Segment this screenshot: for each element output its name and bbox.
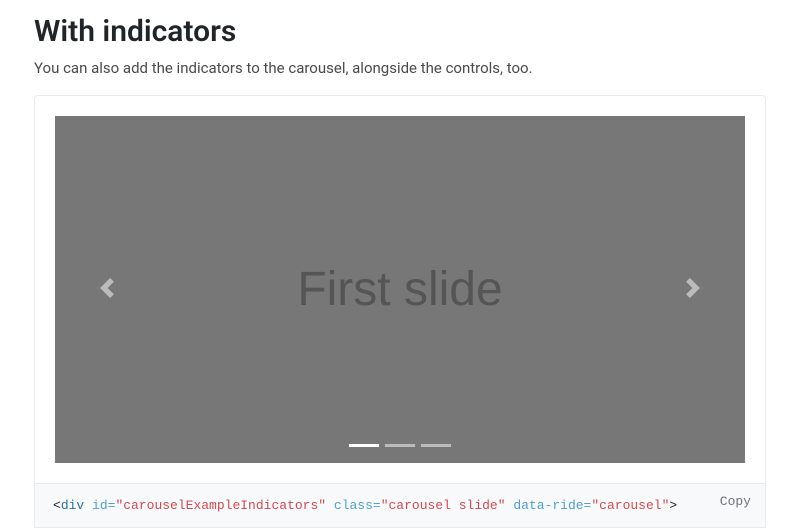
carousel-indicators xyxy=(349,444,451,447)
code-example: Copy <div id="carouselExampleIndicators"… xyxy=(34,484,766,528)
carousel-prev-button[interactable] xyxy=(55,116,159,463)
carousel-indicator-2[interactable] xyxy=(421,444,451,447)
carousel-next-button[interactable] xyxy=(642,116,746,463)
slide-placeholder-text: First slide xyxy=(297,262,502,317)
example-container: First slide xyxy=(34,95,766,484)
carousel-indicator-1[interactable] xyxy=(385,444,415,447)
chevron-left-icon xyxy=(97,278,117,302)
section-description: You can also add the indicators to the c… xyxy=(34,59,766,77)
carousel: First slide xyxy=(55,116,745,463)
chevron-right-icon xyxy=(683,278,703,302)
carousel-indicator-0[interactable] xyxy=(349,444,379,447)
code-line: <div id="carouselExampleIndicators" clas… xyxy=(53,498,747,513)
copy-button[interactable]: Copy xyxy=(720,494,751,509)
section-heading: With indicators xyxy=(34,14,766,49)
